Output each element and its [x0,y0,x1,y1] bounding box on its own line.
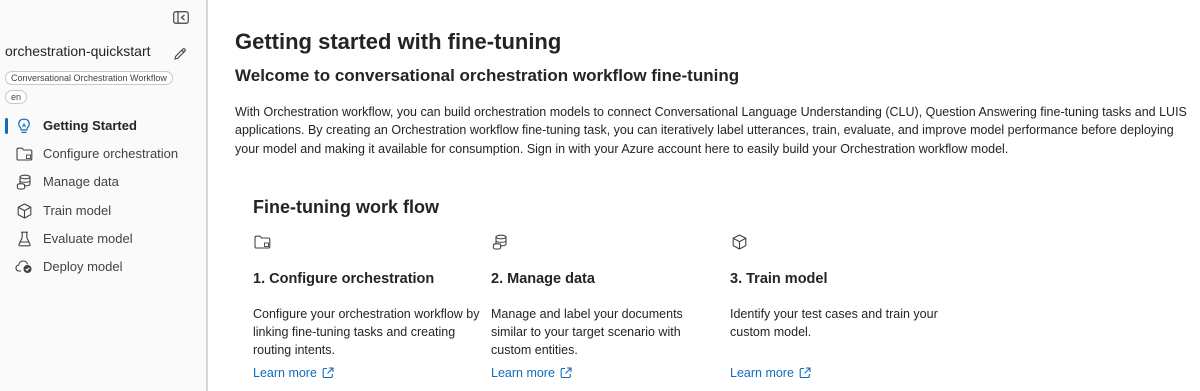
sidebar-item-label: Evaluate model [43,230,133,246]
card-title: 1. Configure orchestration [253,271,435,287]
page-title: Getting started with fine-tuning [235,29,562,54]
learn-more-link[interactable]: Learn more [491,366,572,380]
folder-icon [253,233,271,251]
collapse-sidebar-button[interactable] [172,9,190,25]
learn-more-link[interactable]: Learn more [730,366,811,380]
sidebar-nav: Getting Started Configure orchestration [0,112,206,281]
database-icon [491,233,509,251]
card-description: Identify your test cases and train your … [730,307,938,339]
card-title: 3. Train model [730,271,828,287]
learn-more-link[interactable]: Learn more [253,366,334,380]
project-type-tag: Conversational Orchestration Workflow [5,71,173,85]
database-icon [15,174,33,191]
folder-icon [15,146,33,162]
sidebar-item-label: Getting Started [43,118,137,133]
sidebar-divider [206,0,208,391]
learn-more-label: Learn more [730,366,794,380]
edit-project-button[interactable] [172,46,188,62]
external-link-icon [322,367,334,379]
language-tag: en [5,90,28,104]
external-link-icon [799,367,811,379]
project-name: orchestration-quickstart [5,43,151,59]
card-description: Manage and label your documents similar … [491,307,683,357]
sidebar-item-train-model[interactable]: Train model [0,197,206,225]
page-subtitle: Welcome to conversational orchestration … [235,66,740,85]
sidebar-item-label: Train model [43,202,112,218]
sidebar-item-manage-data[interactable]: Manage data [0,168,206,196]
intro-paragraph: With Orchestration workflow, you can bui… [235,105,1187,156]
sidebar-item-label: Configure orchestration [43,146,179,162]
cloud-icon [15,259,33,275]
beaker-icon [15,231,33,247]
panel-collapse-icon [173,10,189,24]
active-indicator [5,118,8,134]
external-link-icon [560,367,572,379]
sidebar-item-evaluate-model[interactable]: Evaluate model [0,225,206,253]
sidebar-item-deploy-model[interactable]: Deploy model [0,253,206,281]
learn-more-label: Learn more [491,366,555,380]
sidebar-item-getting-started[interactable]: Getting Started [0,112,206,140]
sidebar-item-configure-orchestration[interactable]: Configure orchestration [0,140,206,168]
card-title: 2. Manage data [491,271,595,287]
sidebar-item-label: Manage data [43,174,119,190]
workflow-section-title: Fine-tuning work flow [253,197,439,217]
learn-more-label: Learn more [253,366,317,380]
sidebar-item-label: Deploy model [43,258,123,274]
pencil-icon [174,48,186,60]
sidebar: orchestration-quickstart Conversational … [0,0,206,391]
lightbulb-icon [15,118,33,134]
cube-icon [730,233,748,251]
card-description: Configure your orchestration workflow by… [253,307,480,357]
cube-icon [15,203,33,219]
